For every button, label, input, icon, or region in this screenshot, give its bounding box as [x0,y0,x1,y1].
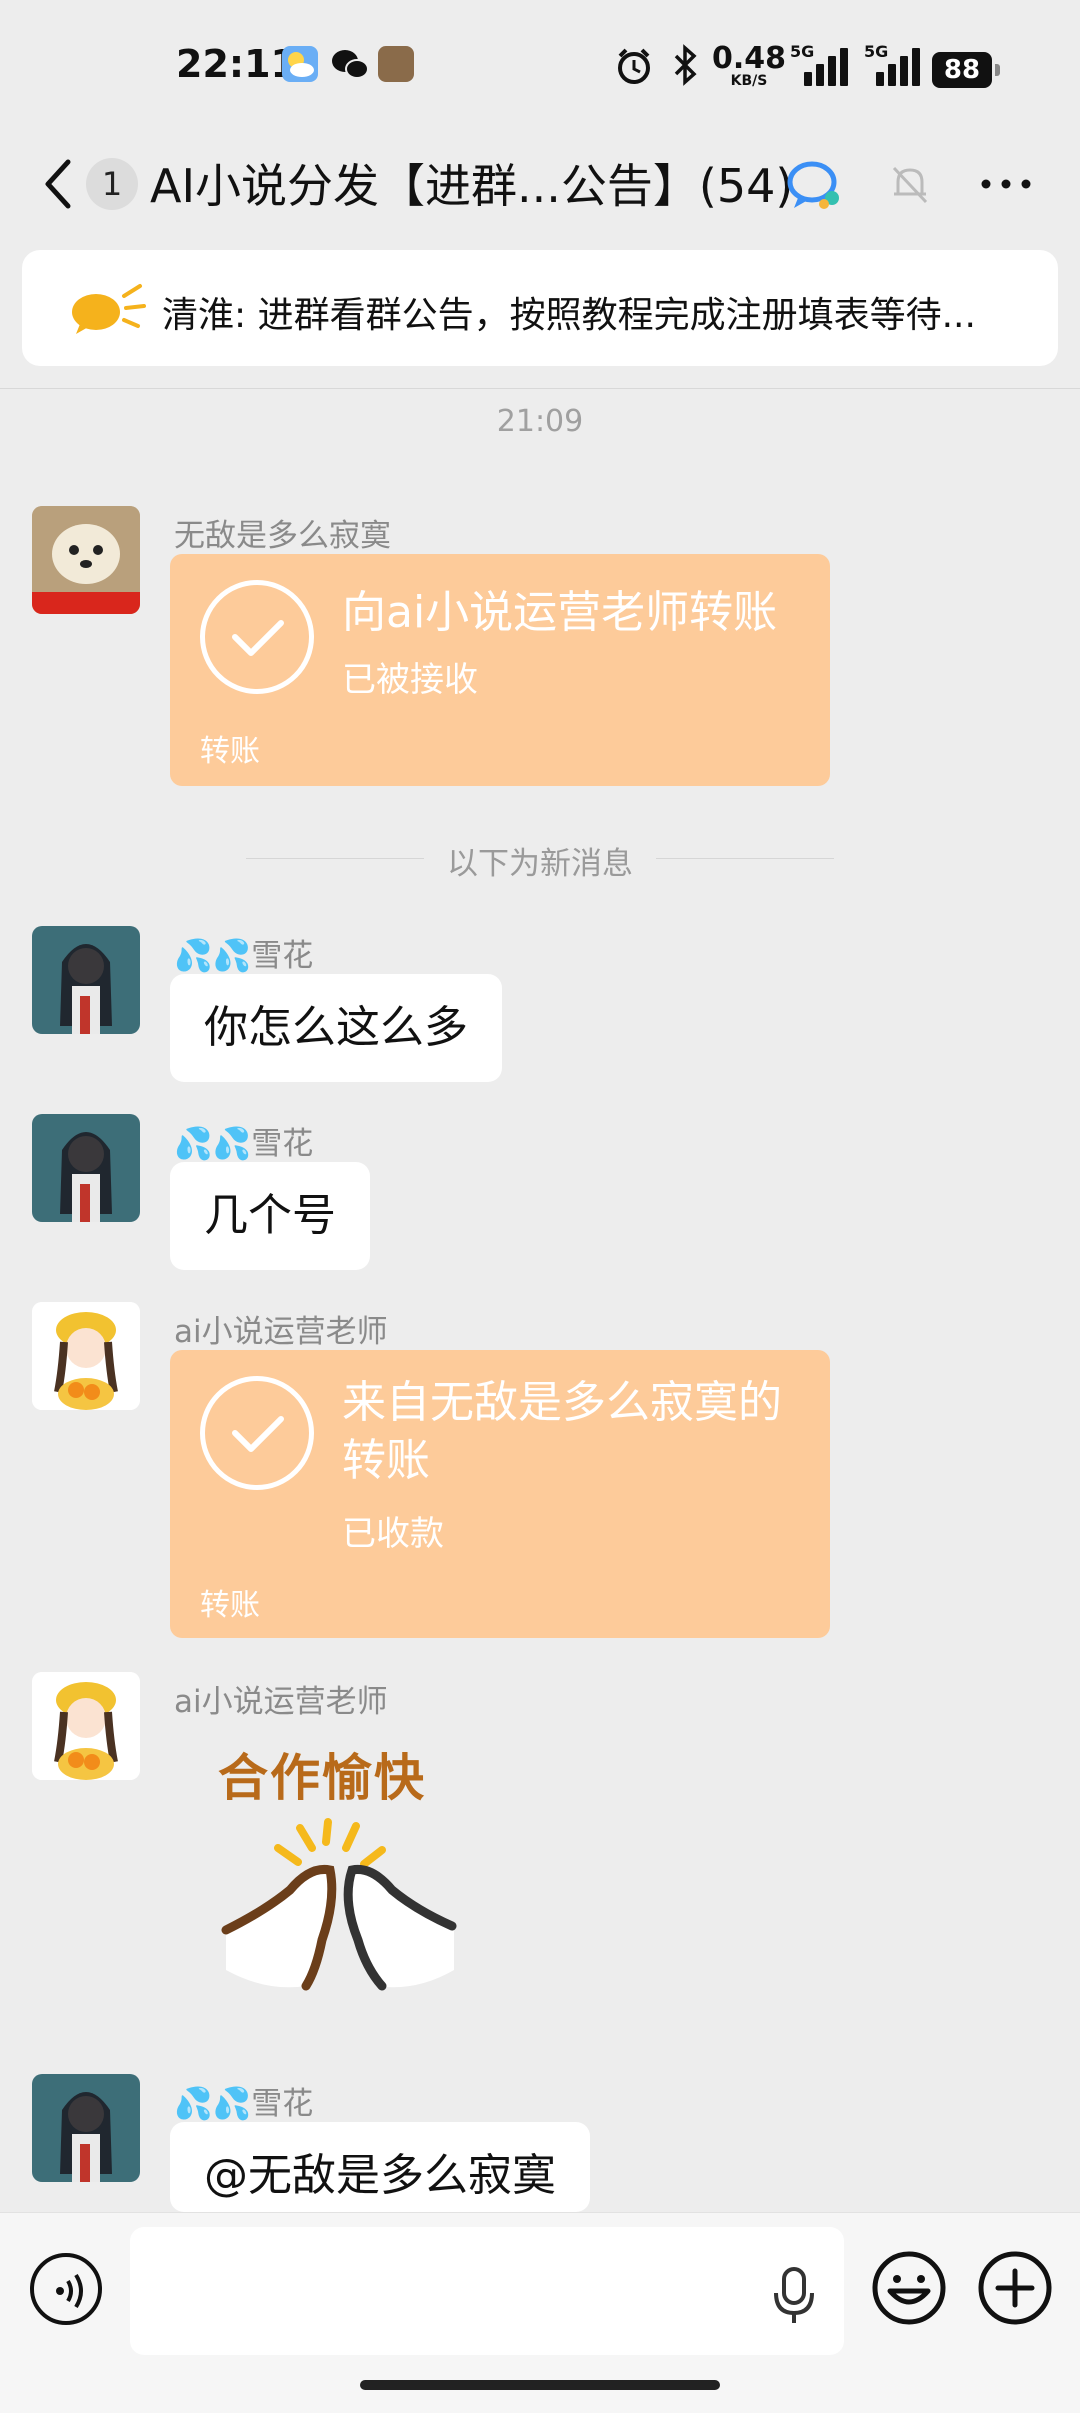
new-messages-divider: 以下为新消息 [0,838,1080,882]
check-circle-icon [200,580,314,694]
qq-group-icon[interactable] [786,158,846,212]
transfer-title: 向ai小说运营老师转账 [342,587,778,638]
transfer-label: 转账 [200,734,260,769]
avatar[interactable] [32,1302,140,1410]
avatar[interactable] [32,926,140,1034]
home-indicator[interactable] [360,2380,720,2390]
more-icon[interactable] [976,162,1036,206]
bell-muted-icon[interactable] [888,162,932,206]
new-messages-label: 以下为新消息 [447,846,633,882]
sender-name: 无敌是多么寂寞 [174,518,391,554]
sticker-image[interactable]: 合作愉快 [206,1730,466,2010]
alarm-icon [614,46,654,90]
transfer-status: 已收款 [342,1514,444,1554]
transfer-status: 已被接收 [342,660,478,700]
wechat-icon [330,46,369,82]
transfer-label: 转账 [200,1588,260,1623]
check-circle-icon [200,1376,314,1490]
net-unit: KB/S [730,73,768,89]
avatar[interactable] [32,1672,140,1780]
plus-icon[interactable] [976,2249,1054,2327]
battery-indicator: 88 [932,52,1000,88]
sender-name: 💦💦雪花 [174,2086,314,2122]
header-divider [0,388,1080,389]
group-announcement[interactable]: 清淮: 进群看群公告，按照教程完成注册填表等待... [22,250,1058,366]
sender-name: ai小说运营老师 [174,1314,388,1350]
weather-icon [282,46,318,82]
voice-icon[interactable] [30,2253,102,2325]
avatar[interactable] [32,506,140,614]
net-rate: 0.48 [712,41,787,76]
sender-name: 💦💦雪花 [174,938,314,974]
avatar[interactable] [32,1114,140,1222]
transfer-card[interactable]: 向ai小说运营老师转账 已被接收 转账 [170,554,830,786]
bluetooth-icon [672,44,700,90]
transfer-title: 来自无敌是多么寂寞的转账 [342,1377,782,1486]
message-bubble[interactable]: @无敌是多么寂寞 [170,2122,590,2212]
avatar[interactable] [32,2074,140,2182]
network-speed: 0.48 KB/S [712,41,787,89]
status-bar: 22:11 0.48 KB/S 5G 5G 88 [0,0,1080,130]
unread-count-badge: 1 [86,158,138,210]
emoji-icon[interactable] [870,2249,948,2327]
transfer-card[interactable]: 来自无敌是多么寂寞的转账 已收款 转账 [170,1350,830,1638]
message-input[interactable] [130,2227,844,2355]
signal-2-icon [876,46,924,86]
message-bubble[interactable]: 几个号 [170,1162,370,1270]
signal-1-icon [804,46,852,86]
back-icon[interactable] [38,156,88,216]
status-time: 22:11 [176,42,297,86]
sender-name: ai小说运营老师 [174,1684,388,1720]
message-bubble[interactable]: 你怎么这么多 [170,974,502,1082]
announcement-icon [62,278,154,338]
chat-timestamp: 21:09 [496,404,584,439]
sender-name: 💦💦雪花 [174,1126,314,1162]
app-notification-icon [378,46,414,82]
chat-title[interactable]: AI小说分发【进群...公告】(54) [150,150,793,216]
announcement-text: 清淮: 进群看群公告，按照教程完成注册填表等待... [162,295,976,336]
mic-icon[interactable] [770,2265,818,2327]
